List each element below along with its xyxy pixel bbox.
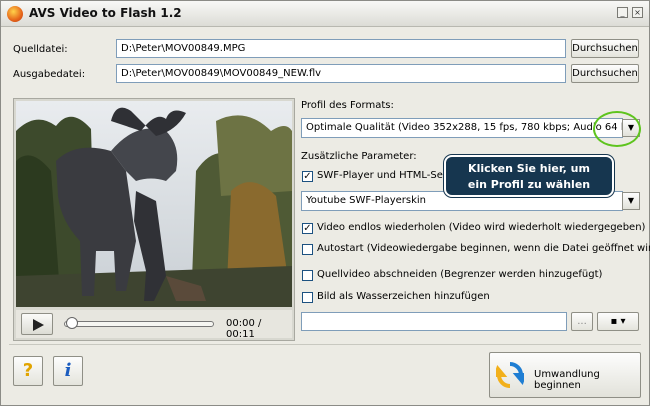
- tooltip-callout: Klicken Sie hier, um ein Profil zu wähle…: [444, 155, 614, 197]
- callout-line-1: Klicken Sie hier, um: [468, 162, 590, 175]
- window-title: AVS Video to Flash 1.2: [29, 6, 182, 20]
- help-button[interactable]: ?: [13, 356, 43, 386]
- skin-dropdown-button[interactable]: ▼: [622, 192, 640, 210]
- convert-label: Umwandlung beginnen: [534, 369, 600, 391]
- playback-controls: 00:00 / 00:11: [16, 310, 292, 340]
- profile-select[interactable]: Optimale Qualität (Video 352x288, 15 fps…: [301, 118, 623, 138]
- video-preview: [16, 101, 292, 307]
- time-readout: 00:00 / 00:11: [226, 318, 262, 340]
- watermark-path-field[interactable]: [301, 312, 567, 331]
- profile-label: Profil des Formats:: [301, 100, 394, 111]
- watermark-position-dropdown[interactable]: ▪ ▾: [597, 312, 639, 331]
- source-file-label: Quelldatei:: [13, 44, 68, 55]
- app-logo-icon: [7, 6, 23, 22]
- output-file-field[interactable]: D:\Peter\MOV00849\MOV00849_NEW.flv: [116, 64, 566, 83]
- browse-output-button[interactable]: Durchsuchen: [571, 64, 639, 83]
- loop-checkbox[interactable]: ✓: [302, 223, 313, 234]
- info-icon: i: [64, 360, 72, 381]
- swf-player-checkbox[interactable]: ✓: [302, 171, 313, 182]
- watermark-browse-button[interactable]: ...: [571, 312, 593, 331]
- minimize-button[interactable]: _: [617, 7, 628, 18]
- play-button[interactable]: [21, 313, 53, 335]
- seek-handle[interactable]: [66, 317, 78, 329]
- autostart-label: Autostart (Videowiedergabe beginnen, wen…: [317, 243, 650, 254]
- convert-button[interactable]: Umwandlung beginnen: [489, 352, 641, 398]
- info-button[interactable]: i: [53, 356, 83, 386]
- swf-player-label: SWF-Player und HTML-Seite: [317, 170, 456, 181]
- output-file-label: Ausgabedatei:: [13, 69, 86, 80]
- moose-statue-image: [16, 101, 292, 307]
- trim-label: Quellvideo abschneiden (Begrenzer werden…: [317, 269, 603, 280]
- autostart-checkbox[interactable]: [302, 244, 313, 255]
- params-label: Zusätzliche Parameter:: [301, 151, 417, 162]
- seek-bar[interactable]: [64, 321, 214, 327]
- watermark-label: Bild als Wasserzeichen hinzufügen: [317, 291, 490, 302]
- footer-divider: [9, 344, 641, 345]
- convert-icon: [496, 362, 524, 388]
- browse-source-button[interactable]: Durchsuchen: [571, 39, 639, 58]
- trim-checkbox[interactable]: [302, 270, 313, 281]
- highlight-circle: [593, 111, 641, 147]
- title-bar[interactable]: AVS Video to Flash 1.2 _ ×: [1, 1, 649, 27]
- loop-label: Video endlos wiederholen (Video wird wie…: [317, 222, 646, 233]
- callout-line-2: ein Profil zu wählen: [467, 178, 591, 191]
- close-button[interactable]: ×: [632, 7, 643, 18]
- preview-panel: 00:00 / 00:11: [13, 98, 295, 341]
- help-icon: ?: [22, 360, 34, 381]
- watermark-checkbox[interactable]: [302, 292, 313, 303]
- source-file-field[interactable]: D:\Peter\MOV00849.MPG: [116, 39, 566, 58]
- app-window: AVS Video to Flash 1.2 _ × Quelldatei: D…: [0, 0, 650, 406]
